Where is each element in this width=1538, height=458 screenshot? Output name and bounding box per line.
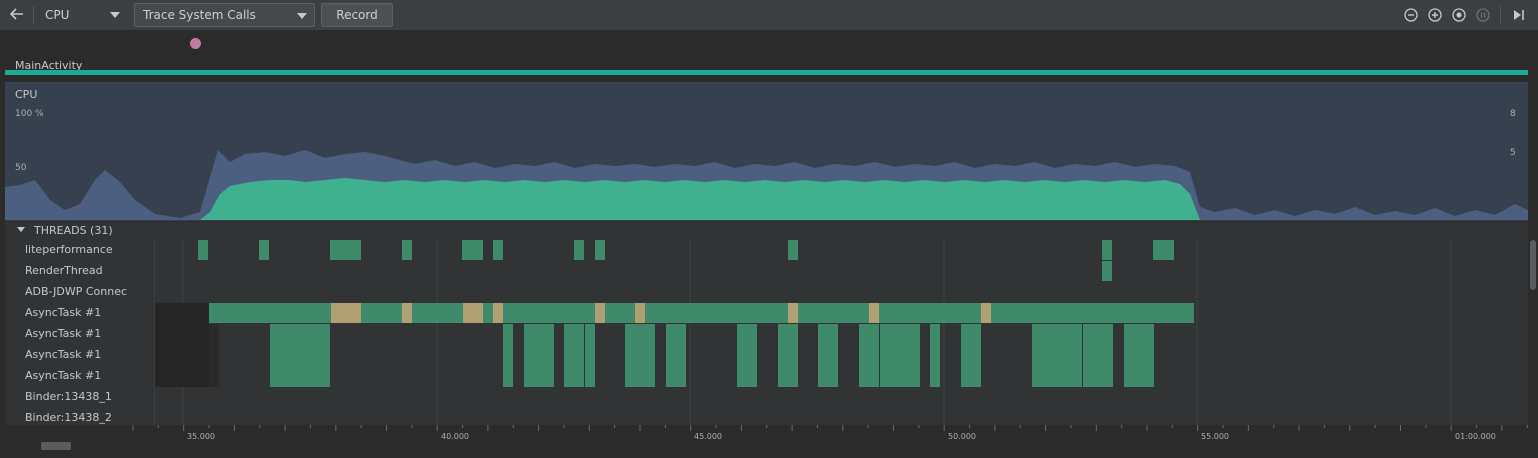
horizontal-scroll-track (0, 445, 1538, 458)
toolbar-divider (33, 6, 34, 24)
tick-label: 35.000 (187, 432, 215, 441)
thread-state-running[interactable] (737, 324, 757, 387)
thread-state-waiting[interactable] (981, 303, 991, 323)
cpu-usage-chart[interactable] (5, 82, 1528, 221)
go-live-icon[interactable] (1509, 5, 1528, 24)
thread-state-tracks[interactable] (155, 240, 1520, 425)
thread-state-running[interactable] (778, 324, 798, 387)
thread-state-waiting[interactable] (869, 303, 879, 323)
thread-state-running[interactable] (645, 324, 655, 387)
thread-state-waiting[interactable] (402, 303, 412, 323)
chevron-down-icon (110, 12, 120, 18)
reset-zoom-icon[interactable] (1449, 5, 1468, 24)
thread-names-column: liteperformance RenderThread ADB-JDWP Co… (5, 240, 154, 425)
thread-state-running[interactable] (564, 324, 584, 387)
thread-state-running[interactable] (259, 240, 269, 260)
time-axis: 35.000 40.000 45.000 50.000 55.000 01:00… (5, 425, 1528, 445)
left-axis-top-label: 100 % (15, 109, 44, 119)
chevron-down-icon (297, 13, 307, 19)
thread-state-waiting[interactable] (788, 303, 798, 323)
thread-state-running[interactable] (503, 324, 513, 387)
thread-state-running[interactable] (1103, 324, 1113, 387)
thread-state-sleeping[interactable] (155, 303, 209, 387)
vertical-scrollbar[interactable] (1530, 240, 1536, 290)
horizontal-scrollbar[interactable] (41, 442, 71, 450)
thread-state-running[interactable] (402, 240, 412, 260)
thread-state-waiting[interactable] (331, 303, 361, 323)
profiler-select-value: CPU (45, 8, 70, 22)
tick-label: 01:00.000 (1455, 432, 1496, 441)
cpu-usage-svg (5, 150, 1528, 220)
profiler-select[interactable]: CPU (37, 3, 127, 27)
thread-state-running[interactable] (1083, 324, 1103, 387)
back-arrow-icon[interactable] (7, 4, 27, 24)
tick-label: 40.000 (441, 432, 469, 441)
toolbar-right-icons (1401, 5, 1528, 24)
thread-state-running[interactable] (788, 240, 798, 260)
cpu-label: CPU (15, 88, 38, 101)
thread-state-waiting[interactable] (635, 303, 645, 323)
thread-state-sleeping[interactable] (209, 324, 219, 387)
thread-state-running[interactable] (1102, 261, 1112, 281)
thread-name[interactable]: AsyncTask #1 (25, 348, 101, 361)
activity-bar[interactable] (5, 70, 1528, 75)
app-cpu-area (200, 178, 1200, 220)
thread-state-running[interactable] (270, 324, 330, 387)
thread-state-running[interactable] (524, 324, 554, 387)
thread-state-running[interactable] (900, 324, 920, 387)
thread-state-running[interactable] (859, 324, 879, 387)
threads-title: THREADS (31) (34, 224, 113, 237)
thread-state-running[interactable] (1102, 240, 1112, 260)
thread-name[interactable]: liteperformance (25, 243, 113, 256)
record-button[interactable]: Record (321, 3, 393, 27)
tick-label: 45.000 (694, 432, 722, 441)
thread-state-running[interactable] (595, 240, 605, 260)
user-event-dot[interactable] (190, 38, 201, 49)
trace-config-value: Trace System Calls (143, 8, 256, 22)
thread-state-running[interactable] (930, 324, 940, 387)
zoom-out-icon[interactable] (1401, 5, 1420, 24)
pause-icon[interactable] (1473, 5, 1492, 24)
thread-state-running[interactable] (330, 240, 361, 260)
thread-name[interactable]: AsyncTask #1 (25, 306, 101, 319)
thread-state-running[interactable] (462, 240, 483, 260)
tick-label: 55.000 (1201, 432, 1229, 441)
thread-state-running[interactable] (625, 324, 645, 387)
thread-state-running[interactable] (585, 324, 595, 387)
events-track (0, 31, 1528, 55)
thread-state-running[interactable] (198, 240, 208, 260)
tick-label: 50.000 (948, 432, 976, 441)
collapse-triangle-icon[interactable] (17, 227, 25, 232)
thread-state-waiting[interactable] (595, 303, 605, 323)
thread-name[interactable]: AsyncTask #1 (25, 327, 101, 340)
zoom-in-icon[interactable] (1425, 5, 1444, 24)
thread-state-running[interactable] (961, 324, 981, 387)
thread-state-running[interactable] (493, 240, 503, 260)
thread-state-waiting[interactable] (463, 303, 483, 323)
thread-state-waiting[interactable] (493, 303, 503, 323)
left-axis-mid-label: 50 (15, 163, 27, 173)
thread-state-running[interactable] (818, 324, 838, 387)
thread-name[interactable]: AsyncTask #1 (25, 369, 101, 382)
thread-name[interactable]: RenderThread (25, 264, 103, 277)
trace-config-select[interactable]: Trace System Calls (134, 3, 315, 27)
thread-state-running[interactable] (1153, 240, 1174, 260)
threads-header[interactable]: THREADS (31) (5, 222, 1528, 240)
time-axis-ticks (132, 425, 1528, 431)
thread-state-running[interactable] (666, 324, 686, 387)
thread-state-running[interactable] (1032, 324, 1082, 387)
thread-state-running[interactable] (574, 240, 584, 260)
toolbar-divider (1500, 5, 1501, 24)
thread-name[interactable]: ADB-JDWP Connec (25, 285, 127, 298)
thread-name[interactable]: Binder:13438_2 (25, 411, 112, 424)
profiler-toolbar: CPU Trace System Calls Record (0, 0, 1538, 31)
thread-name[interactable]: Binder:13438_1 (25, 390, 112, 403)
right-axis-top-label: 8 (1510, 109, 1516, 119)
threads-list: liteperformance RenderThread ADB-JDWP Co… (5, 240, 1528, 425)
right-axis-mid-label: 5 (1510, 148, 1516, 158)
thread-tracks-svg (155, 240, 1452, 425)
thread-state-running[interactable] (880, 324, 900, 387)
thread-state-running[interactable] (1124, 324, 1154, 387)
